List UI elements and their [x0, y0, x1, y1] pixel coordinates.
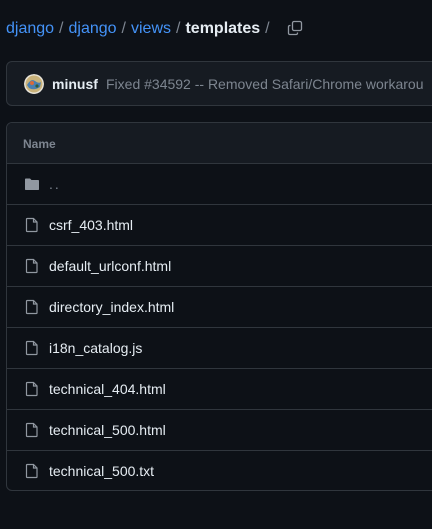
table-row[interactable]: directory_index.html [7, 287, 432, 328]
copy-icon [287, 20, 303, 36]
file-name-link[interactable]: csrf_403.html [49, 217, 133, 233]
file-icon [25, 217, 38, 233]
file-table: Name .. csrf_403.html default_urlconf.ht… [6, 122, 432, 491]
breadcrumb-current: templates [185, 20, 261, 37]
latest-commit-bar: minusf Fixed #34592 -- Removed Safari/Ch… [6, 61, 432, 106]
table-row-parent-directory[interactable]: .. [7, 164, 432, 205]
breadcrumb-separator: / [121, 20, 126, 37]
file-name-link[interactable]: default_urlconf.html [49, 258, 171, 274]
file-name-link[interactable]: technical_500.txt [49, 463, 154, 479]
folder-icon [25, 178, 39, 190]
breadcrumb-separator: / [265, 20, 270, 37]
repo-file-browser: django / django / views / templates / mi… [0, 0, 432, 529]
file-icon [25, 422, 38, 438]
breadcrumb: django / django / views / templates / [6, 17, 275, 41]
file-name-link[interactable]: directory_index.html [49, 299, 174, 315]
file-icon [25, 258, 38, 274]
table-row[interactable]: technical_500.html [7, 410, 432, 451]
breadcrumb-link-repo[interactable]: django [6, 20, 54, 38]
commit-author[interactable]: minusf [52, 76, 98, 92]
avatar[interactable] [24, 74, 44, 94]
file-icon [25, 299, 38, 315]
breadcrumb-link-views[interactable]: views [131, 20, 171, 38]
file-list: .. csrf_403.html default_urlconf.html di… [7, 164, 432, 490]
parent-directory-link[interactable]: .. [49, 176, 61, 192]
breadcrumb-separator: / [59, 20, 64, 37]
breadcrumb-separator: / [176, 20, 181, 37]
table-header: Name [7, 123, 432, 164]
file-icon [25, 340, 38, 356]
column-header-name: Name [23, 137, 56, 151]
table-row[interactable]: technical_500.txt [7, 451, 432, 490]
file-icon [25, 381, 38, 397]
copy-path-button[interactable] [284, 17, 306, 39]
file-name-link[interactable]: technical_500.html [49, 422, 166, 438]
breadcrumb-link-django[interactable]: django [69, 20, 117, 38]
file-icon [25, 463, 38, 479]
commit-message[interactable]: Fixed #34592 -- Removed Safari/Chrome wo… [106, 76, 423, 92]
table-row[interactable]: technical_404.html [7, 369, 432, 410]
table-row[interactable]: default_urlconf.html [7, 246, 432, 287]
file-name-link[interactable]: technical_404.html [49, 381, 166, 397]
file-name-link[interactable]: i18n_catalog.js [49, 340, 142, 356]
table-row[interactable]: csrf_403.html [7, 205, 432, 246]
table-row[interactable]: i18n_catalog.js [7, 328, 432, 369]
